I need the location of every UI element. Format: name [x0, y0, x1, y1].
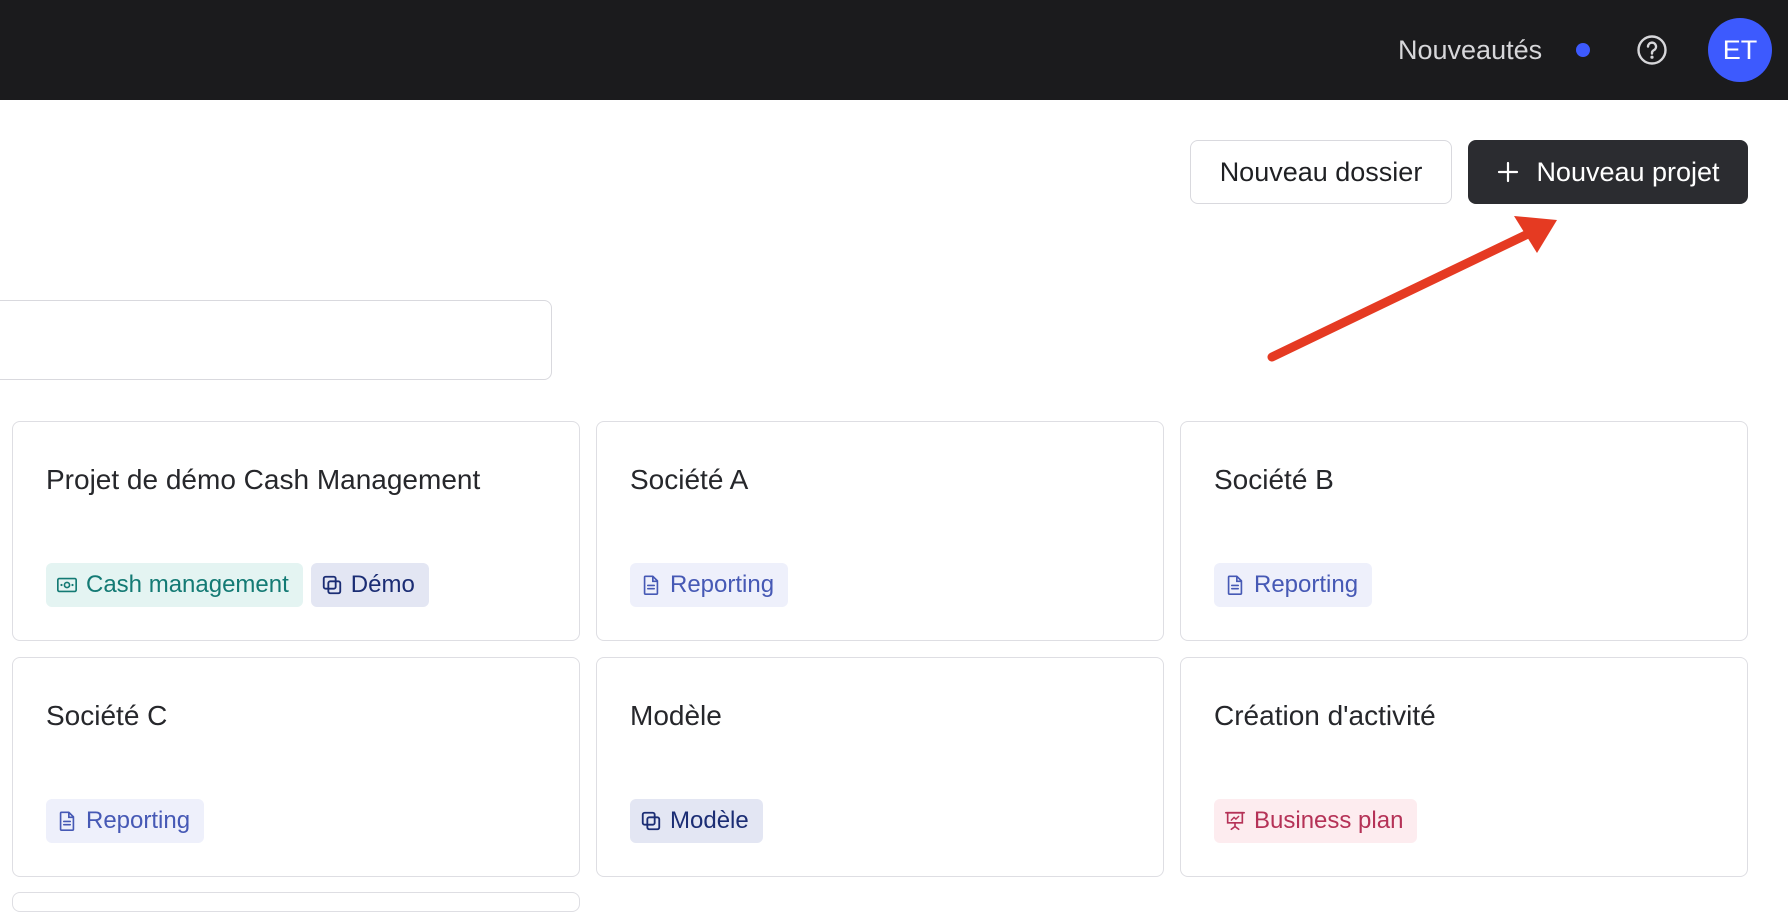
user-avatar[interactable]: ET — [1708, 18, 1772, 82]
project-tag: Cash management — [46, 563, 303, 607]
copy-icon — [322, 575, 341, 595]
project-card[interactable]: Projet de démo Cash Management Cash manag… — [12, 421, 580, 641]
project-tag: Modèle — [630, 799, 763, 843]
project-tag: Reporting — [630, 563, 789, 607]
news-notification-dot — [1576, 43, 1590, 57]
project-card-title: Création d'activité — [1214, 700, 1436, 731]
project-card-title: Modèle — [630, 700, 722, 731]
project-tag-label: Reporting — [1254, 571, 1359, 598]
project-tags: Business plan — [1214, 799, 1418, 843]
project-card-title: Projet de démo Cash Management — [46, 464, 481, 495]
search-input[interactable] — [0, 300, 552, 380]
project-tag-label: Démo — [350, 571, 415, 598]
copy-icon — [641, 811, 661, 831]
project-tags: Reporting — [630, 563, 789, 607]
new-folder-label: Nouveau dossier — [1219, 156, 1423, 187]
project-card-partial[interactable] — [12, 892, 580, 912]
help-circle-icon[interactable] — [1636, 34, 1668, 66]
plus-icon — [1498, 161, 1519, 183]
document-icon — [643, 575, 659, 595]
project-tag-label: Reporting — [86, 807, 191, 834]
project-card[interactable]: Société C Reporting — [12, 657, 580, 877]
project-tag: Reporting — [46, 799, 205, 843]
project-card[interactable]: Société B Reporting — [1180, 421, 1748, 641]
news-link[interactable]: Nouveautés — [1398, 32, 1542, 68]
project-tags: Cash management Démo — [46, 563, 429, 607]
project-card[interactable]: Société A Reporting — [596, 421, 1164, 641]
project-tags: Reporting — [1214, 563, 1373, 607]
project-card[interactable]: Création d'activité Business plan — [1180, 657, 1748, 877]
project-tags: Reporting — [46, 799, 205, 843]
project-tag-label: Business plan — [1254, 807, 1404, 834]
project-tag: Business plan — [1214, 799, 1418, 843]
project-card-title: Société B — [1214, 464, 1334, 495]
project-card[interactable]: Modèle Modèle — [596, 657, 1164, 877]
avatar-initials: ET — [1722, 34, 1758, 65]
project-tags: Modèle — [630, 799, 763, 843]
news-label: Nouveautés — [1398, 34, 1543, 65]
document-icon — [1227, 575, 1243, 595]
new-project-button[interactable]: Nouveau projet — [1468, 140, 1748, 204]
new-project-label: Nouveau projet — [1536, 156, 1720, 187]
project-tag-label: Cash management — [86, 571, 289, 598]
project-tag-label: Modèle — [670, 807, 749, 834]
top-bar: Nouveautés ET — [0, 0, 1788, 100]
banknote-icon — [57, 577, 77, 593]
project-tag: Reporting — [1214, 563, 1373, 607]
project-card-title: Société A — [630, 464, 749, 495]
new-folder-button[interactable]: Nouveau dossier — [1190, 140, 1452, 204]
project-card-title: Société C — [46, 700, 168, 731]
document-icon — [59, 811, 75, 831]
project-tag-label: Reporting — [670, 571, 775, 598]
project-tag: Démo — [310, 563, 429, 607]
presentation-icon — [1225, 811, 1245, 831]
